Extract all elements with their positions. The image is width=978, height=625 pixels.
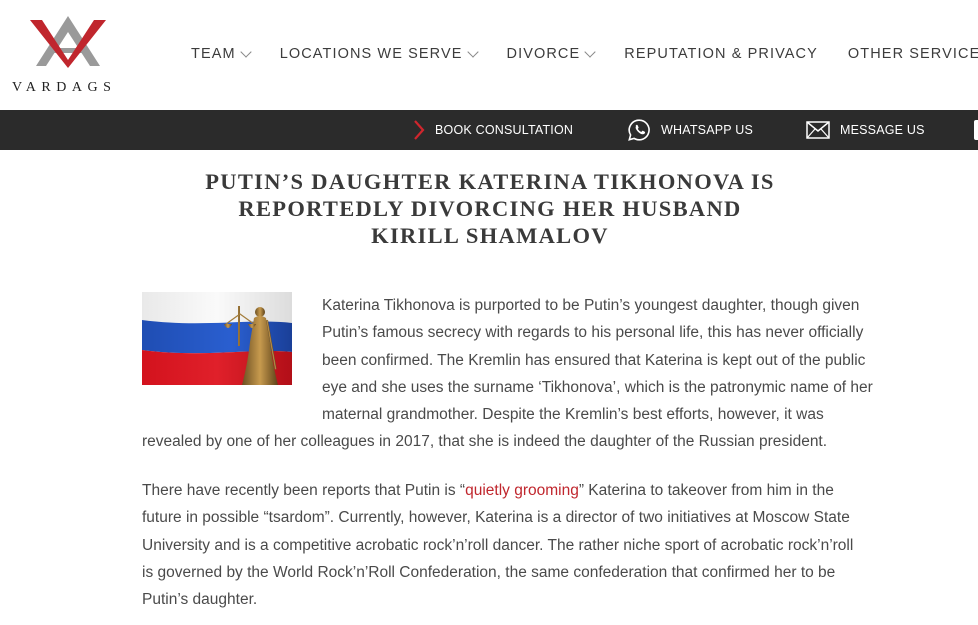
paragraph-line: been confirmed. The Kremlin has ensured … (322, 351, 866, 369)
paragraph-line: Putin’s famous secrecy with regards to h… (322, 324, 864, 342)
nav-item-label: OTHER SERVICES (847, 46, 978, 62)
paragraph-line: eye and she uses the surname ‘Tikhonova’… (322, 378, 873, 396)
title-line: PUTIN’S DAUGHTER KATERINA TIKHONOVA IS (205, 169, 775, 194)
article-paragraph-2: There have recently been reports that Pu… (142, 477, 942, 613)
nav-item-other-services[interactable]: OTHER SERVICES (848, 46, 978, 62)
paragraph-line: maternal grandmother. Despite the Kremli… (322, 406, 824, 424)
article-title: PUTIN’S DAUGHTER KATERINA TIKHONOVA IS R… (160, 168, 820, 249)
nav-item-label: REPUTATION & PRIVACY (624, 46, 818, 62)
main-nav: TEAM LOCATIONS WE SERVE DIVORCE REPUTATI… (191, 45, 978, 62)
nav-item-reputation-privacy[interactable]: REPUTATION & PRIVACY (624, 46, 818, 62)
site-header: VARDAGS TEAM LOCATIONS WE SERVE DIVORCE … (0, 0, 978, 110)
book-consultation-label: BOOK CONSULTATION (435, 123, 574, 137)
quietly-grooming-link[interactable]: quietly grooming (465, 482, 579, 499)
paragraph-line: revealed by one of her colleagues in 201… (142, 433, 828, 451)
article-paragraph-1: Katerina Tikhonova is purported to be Pu… (142, 292, 942, 456)
action-bar: BOOK CONSULTATION WHATSAPP US MESSAGE US (0, 110, 978, 150)
chevron-down-icon (240, 45, 252, 58)
whatsapp-label: WHATSAPP US (661, 123, 754, 137)
nav-item-divorce[interactable]: DIVORCE (506, 45, 596, 62)
whatsapp-icon (627, 118, 651, 142)
title-line: REPORTEDLY DIVORCING HER HUSBAND (238, 196, 742, 221)
title-line: KIRILL SHAMALOV (371, 223, 609, 248)
paragraph-line: Katerina Tikhonova is purported to be Pu… (322, 297, 860, 314)
paragraph-line: There have recently been reports that Pu… (142, 477, 942, 504)
vardags-logo-mark (30, 16, 106, 68)
message-us-label: MESSAGE US (840, 123, 925, 137)
paragraph-line: Putin’s daughter. (142, 591, 258, 609)
paragraph-line: future in possible “tsardom”. Currently,… (142, 509, 850, 527)
logo-wordmark: VARDAGS (12, 80, 117, 95)
chevron-right-icon (413, 120, 425, 140)
overflow-indicator (974, 120, 978, 140)
nav-item-label: TEAM (191, 46, 236, 62)
chevron-down-icon (584, 45, 596, 58)
text-segment: There have recently been reports that Pu… (142, 482, 466, 499)
vardags-logo[interactable]: VARDAGS (10, 14, 126, 98)
envelope-icon (806, 121, 830, 139)
nav-item-locations[interactable]: LOCATIONS WE SERVE (279, 45, 479, 62)
paragraph-line: is governed by the World Rock’n’Roll Con… (142, 563, 836, 581)
nav-item-label: DIVORCE (506, 46, 581, 62)
message-us-button[interactable]: MESSAGE US (806, 110, 925, 150)
nav-item-label: LOCATIONS WE SERVE (279, 46, 463, 62)
chevron-down-icon (466, 45, 479, 58)
whatsapp-button[interactable]: WHATSAPP US (627, 110, 753, 150)
text-segment: ” Katerina to takeover from him in the (578, 482, 834, 499)
paragraph-line: University and is a competitive acrobati… (142, 536, 854, 554)
book-consultation-button[interactable]: BOOK CONSULTATION (413, 110, 573, 150)
nav-item-team[interactable]: TEAM (191, 45, 252, 62)
